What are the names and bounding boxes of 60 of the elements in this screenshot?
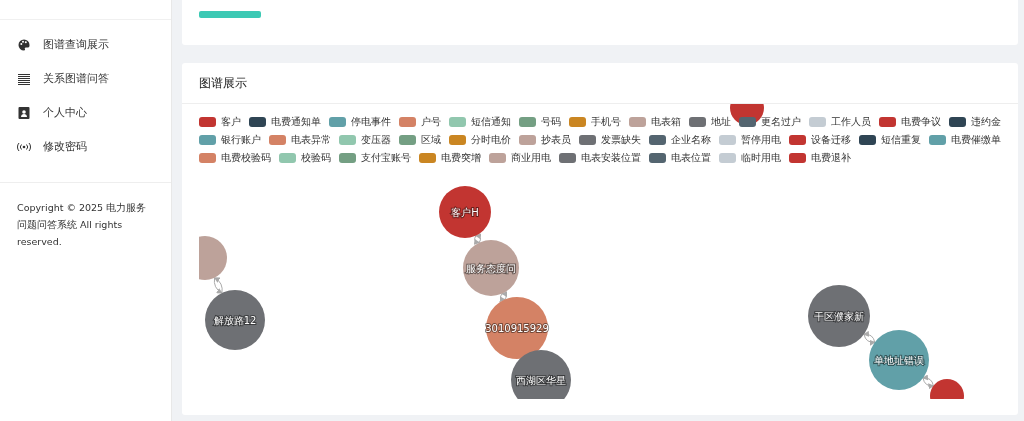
legend-item[interactable]: 暂停用电 [719, 133, 781, 147]
legend-item[interactable]: 电费争议 [879, 115, 941, 129]
contact-book-icon [17, 107, 31, 119]
legend-item[interactable]: 号码 [519, 115, 561, 129]
accent-bar [199, 11, 261, 18]
legend-item[interactable]: 校验码 [279, 151, 331, 165]
card-title: 图谱展示 [182, 63, 1018, 104]
legend-item[interactable]: 户号 [399, 115, 441, 129]
legend-item[interactable]: 发票缺失 [579, 133, 641, 147]
legend-item[interactable]: 违约金 [949, 115, 1001, 129]
edge-arrow [499, 291, 508, 302]
edge-arrow [863, 331, 876, 346]
legend-item[interactable]: 电费通知单 [249, 115, 321, 129]
legend-item[interactable]: 企业名称 [649, 133, 711, 147]
palette-icon [17, 39, 31, 51]
sidebar-item[interactable]: 修改密码 [0, 130, 171, 164]
legend-item[interactable]: 电费突增 [419, 151, 481, 165]
legend-item[interactable]: 停电事件 [329, 115, 391, 129]
legend-item[interactable]: 客户 [199, 115, 241, 129]
legend-item[interactable]: 电表箱 [629, 115, 681, 129]
legend-item[interactable]: 短信通知 [449, 115, 511, 129]
graph-node[interactable]: 干区濮家新 [808, 285, 870, 347]
edge-arrow [213, 277, 223, 294]
legend-item[interactable]: 电费退补 [789, 151, 851, 165]
broadcast-icon [17, 142, 31, 152]
legend-item[interactable]: 电表异常 [269, 133, 331, 147]
menu-label: 修改密码 [43, 140, 87, 154]
legend-item[interactable]: 分时电价 [449, 133, 511, 147]
legend-item[interactable]: 变压器 [339, 133, 391, 147]
menu-label: 个人中心 [43, 106, 87, 120]
legend-item[interactable]: 电费催缴单 [929, 133, 1001, 147]
legend-item[interactable]: 银行账户 [199, 133, 261, 147]
menu-label: 图谱查询展示 [43, 38, 109, 52]
legend-item[interactable]: 电表安装位置 [559, 151, 641, 165]
legend-item[interactable]: 抄表员 [519, 133, 571, 147]
edge-arrow [473, 233, 482, 245]
legend-item[interactable]: 地址 [689, 115, 731, 129]
graph-node[interactable] [199, 236, 227, 280]
legend-item[interactable]: 更名过户 [739, 115, 801, 129]
legend-item[interactable]: 支付宝账号 [339, 151, 411, 165]
menu-label: 关系图谱问答 [43, 72, 109, 86]
graph-node[interactable]: 西湖区华星 [511, 350, 571, 399]
legend-item[interactable]: 手机号 [569, 115, 621, 129]
legend-item[interactable]: 临时用电 [719, 151, 781, 165]
graph-node[interactable]: 解放路12 [205, 290, 265, 350]
graph-node[interactable] [930, 379, 964, 399]
graph-node[interactable]: 客户H [439, 186, 491, 238]
legend-item[interactable]: 工作人员 [809, 115, 871, 129]
legend-item[interactable]: 设备迁移 [789, 133, 851, 147]
sidebar-item[interactable]: 个人中心 [0, 96, 171, 130]
legend-item[interactable]: 电费校验码 [199, 151, 271, 165]
edge-arrow [922, 374, 935, 390]
sidebar-item[interactable]: 关系图谱问答 [0, 62, 171, 96]
legend-item[interactable]: 区域 [399, 133, 441, 147]
legend-item[interactable]: 电表位置 [649, 151, 711, 165]
copyright-text: Copyright © 2025 电力服务问题问答系统 All rights reserved. [17, 201, 148, 249]
list-icon [17, 73, 31, 85]
legend-item[interactable]: 商业用电 [489, 151, 551, 165]
sidebar-item[interactable]: 图谱查询展示 [0, 28, 171, 62]
legend-item[interactable]: 短信重复 [859, 133, 921, 147]
